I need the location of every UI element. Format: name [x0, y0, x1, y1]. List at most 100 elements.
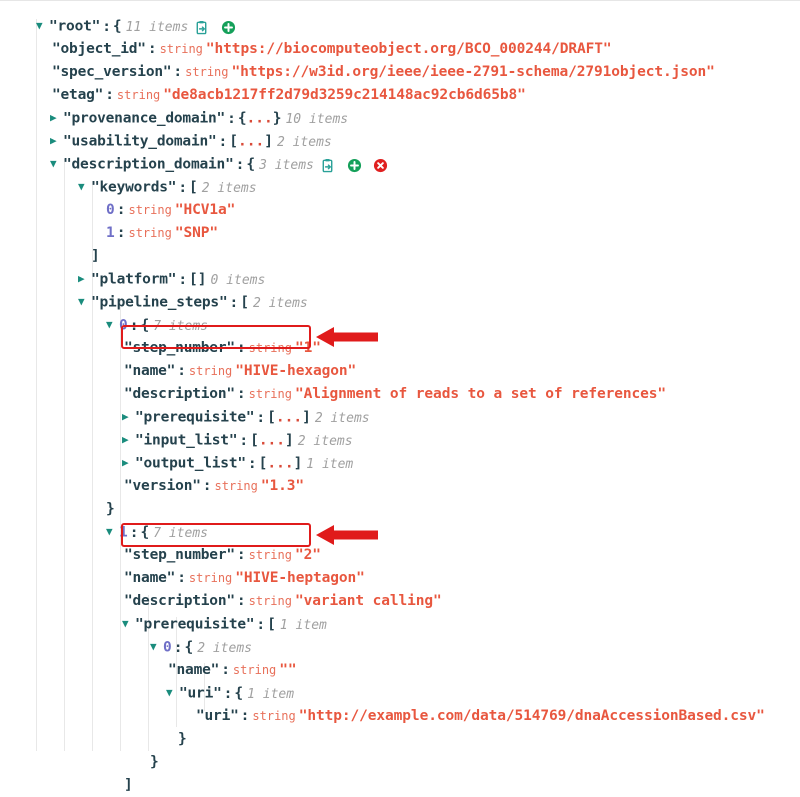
- key-value-colon: :: [229, 294, 239, 311]
- tree-row-step-1[interactable]: ▼ 1:{7 items: [0, 521, 800, 544]
- paste-clipboard-icon[interactable]: [320, 158, 335, 173]
- tree-value[interactable]: "http://example.com/data/514769/dnaAcces…: [299, 708, 765, 724]
- tree-row-step-0-step-number[interactable]: "step_number": string "1": [0, 337, 800, 360]
- remove-circle-icon[interactable]: [373, 158, 388, 173]
- tree-value[interactable]: "variant calling": [295, 593, 442, 609]
- tree-row-step-1-prereq-0[interactable]: ▼ 0:{2 items: [0, 636, 800, 659]
- key-value-colon: :: [173, 639, 183, 656]
- collapsed-bracket: [...]: [258, 455, 303, 472]
- item-count: 2 items: [201, 180, 257, 196]
- add-circle-icon[interactable]: [221, 20, 236, 35]
- tree-key: "name": [124, 363, 176, 379]
- item-count: 2 items: [276, 134, 332, 150]
- tree-row-step-1-prereq-0-name[interactable]: "name": string "": [0, 659, 800, 682]
- expand-caret-icon[interactable]: ▶: [50, 106, 63, 129]
- key-value-colon: :: [173, 64, 183, 80]
- tree-row-keywords-1[interactable]: 1: string "SNP": [0, 222, 800, 245]
- tree-row-description-domain[interactable]: ▼ "description_domain":{3 items: [0, 153, 800, 176]
- tree-row-object-id[interactable]: "object_id": string "https://biocomputeobj…: [0, 38, 800, 61]
- collapse-caret-icon[interactable]: ▼: [106, 313, 119, 336]
- collapse-caret-icon[interactable]: ▼: [78, 290, 91, 313]
- tree-row-pipeline-steps[interactable]: ▼ "pipeline_steps":[2 items: [0, 291, 800, 314]
- tree-row-keywords[interactable]: ▼ "keywords":[2 items: [0, 176, 800, 199]
- tree-row-step-1-prereq-0-uri-uri[interactable]: "uri": string "http://example.com/data/514…: [0, 705, 800, 728]
- ellipsis: ...: [267, 455, 294, 472]
- row-actions: [314, 154, 391, 177]
- tree-row-uri-close: }: [0, 728, 800, 751]
- expand-caret-icon[interactable]: ▶: [122, 428, 135, 451]
- tree-row-provenance-domain[interactable]: ▶ "provenance_domain": {...} 10 items: [0, 107, 800, 130]
- tree-value[interactable]: "Alignment of reads to a set of referenc…: [295, 386, 666, 402]
- add-circle-icon[interactable]: [347, 158, 362, 173]
- json-tree-viewer[interactable]: ▼ "root":{11 items "object_id": string "htt…: [0, 0, 800, 793]
- tree-row-step-0-description[interactable]: "description": string "Alignment of reads …: [0, 383, 800, 406]
- collapsed-bracket: [...]: [229, 133, 273, 150]
- collapse-caret-icon[interactable]: ▼: [166, 681, 179, 704]
- tree-row-step-0-output-list[interactable]: ▶ "output_list": [...] 1 item: [0, 452, 800, 475]
- open-bracket: [: [267, 616, 276, 633]
- tree-row-step-0-input-list[interactable]: ▶ "input_list": [...] 2 items: [0, 429, 800, 452]
- tree-row-step-1-prereq-0-uri[interactable]: ▼ "uri":{1 item: [0, 682, 800, 705]
- tree-value[interactable]: "SNP": [175, 225, 218, 241]
- array-index: 0: [106, 202, 115, 218]
- expand-caret-icon[interactable]: ▶: [78, 267, 91, 290]
- expand-caret-icon[interactable]: ▶: [50, 129, 63, 152]
- key-value-colon: :: [177, 363, 186, 379]
- tree-key: "pipeline_steps": [91, 294, 228, 311]
- tree-key: "provenance_domain": [63, 110, 226, 127]
- tree-row-platform[interactable]: ▶ "platform":[] 0 items: [0, 268, 800, 291]
- item-count: 2 items: [252, 295, 308, 311]
- tree-value[interactable]: "": [279, 662, 296, 678]
- expand-caret-icon[interactable]: ▶: [122, 451, 135, 474]
- collapse-caret-icon[interactable]: ▼: [150, 635, 163, 658]
- key-value-colon: :: [240, 708, 250, 724]
- tree-row-step-0-name[interactable]: "name": string "HIVE-hexagon": [0, 360, 800, 383]
- tree-row-step-1-description[interactable]: "description": string "variant calling": [0, 590, 800, 613]
- tree-key: "keywords": [91, 179, 177, 196]
- close-brace: }: [150, 754, 159, 770]
- value-type-label: string: [248, 341, 292, 355]
- item-count: 10 items: [285, 111, 349, 127]
- key-value-colon: :: [236, 340, 246, 356]
- value-type-label: string: [252, 709, 296, 723]
- key-value-colon: :: [218, 133, 228, 150]
- tree-row-step-1-step-number[interactable]: "step_number": string "2": [0, 544, 800, 567]
- array-index: 1: [119, 524, 128, 541]
- collapse-caret-icon[interactable]: ▼: [106, 520, 119, 543]
- tree-row-step-0[interactable]: ▼ 0:{7 items: [0, 314, 800, 337]
- empty-bracket: []: [189, 271, 207, 288]
- tree-value[interactable]: "1.3": [261, 478, 304, 494]
- tree-row-step-0-prerequisite[interactable]: ▶ "prerequisite": [...] 2 items: [0, 406, 800, 429]
- collapse-caret-icon[interactable]: ▼: [36, 14, 49, 37]
- value-type-label: string: [128, 226, 172, 240]
- tree-row-step-0-version[interactable]: "version": string "1.3": [0, 475, 800, 498]
- tree-value[interactable]: "HIVE-heptagon": [235, 570, 365, 586]
- key-value-colon: :: [256, 616, 266, 633]
- tree-value[interactable]: "de8acb1217ff2d79d3259c214148ac92cb6d65b…: [163, 87, 526, 103]
- collapse-caret-icon[interactable]: ▼: [50, 152, 63, 175]
- collapse-caret-icon[interactable]: ▼: [122, 612, 135, 635]
- tree-value[interactable]: "https://biocomputeobject.org/BCO_000244…: [206, 41, 612, 57]
- key-value-colon: :: [239, 432, 249, 449]
- tree-row-keywords-0[interactable]: 0: string "HCV1a": [0, 199, 800, 222]
- tree-row-step-1-name[interactable]: "name": string "HIVE-heptagon": [0, 567, 800, 590]
- tree-row-root[interactable]: ▼ "root":{11 items: [0, 15, 800, 38]
- collapse-caret-icon[interactable]: ▼: [78, 175, 91, 198]
- expand-caret-icon[interactable]: ▶: [122, 405, 135, 428]
- tree-row-step-1-prerequisite[interactable]: ▼ "prerequisite":[1 item: [0, 613, 800, 636]
- tree-row-spec-version[interactable]: "spec_version": string "https://w3id.org/i…: [0, 61, 800, 84]
- open-brace: {: [234, 685, 244, 702]
- row-actions: [188, 16, 239, 39]
- item-count: 2 items: [297, 433, 353, 449]
- tree-value[interactable]: "1": [295, 340, 321, 356]
- tree-value[interactable]: "https://w3id.org/ieee/ieee-2791-schema/…: [232, 64, 715, 80]
- tree-row-etag[interactable]: "etag": string "de8acb1217ff2d79d3259c2141…: [0, 84, 800, 107]
- tree-value[interactable]: "HIVE-hexagon": [235, 363, 356, 379]
- value-type-label: string: [248, 387, 292, 401]
- paste-clipboard-icon[interactable]: [194, 20, 209, 35]
- tree-row-usability-domain[interactable]: ▶ "usability_domain": [...] 2 items: [0, 130, 800, 153]
- tree-value[interactable]: "HCV1a": [175, 202, 236, 218]
- item-count: 7 items: [153, 525, 208, 541]
- tree-value[interactable]: "2": [295, 547, 321, 563]
- item-count: 2 items: [197, 640, 252, 656]
